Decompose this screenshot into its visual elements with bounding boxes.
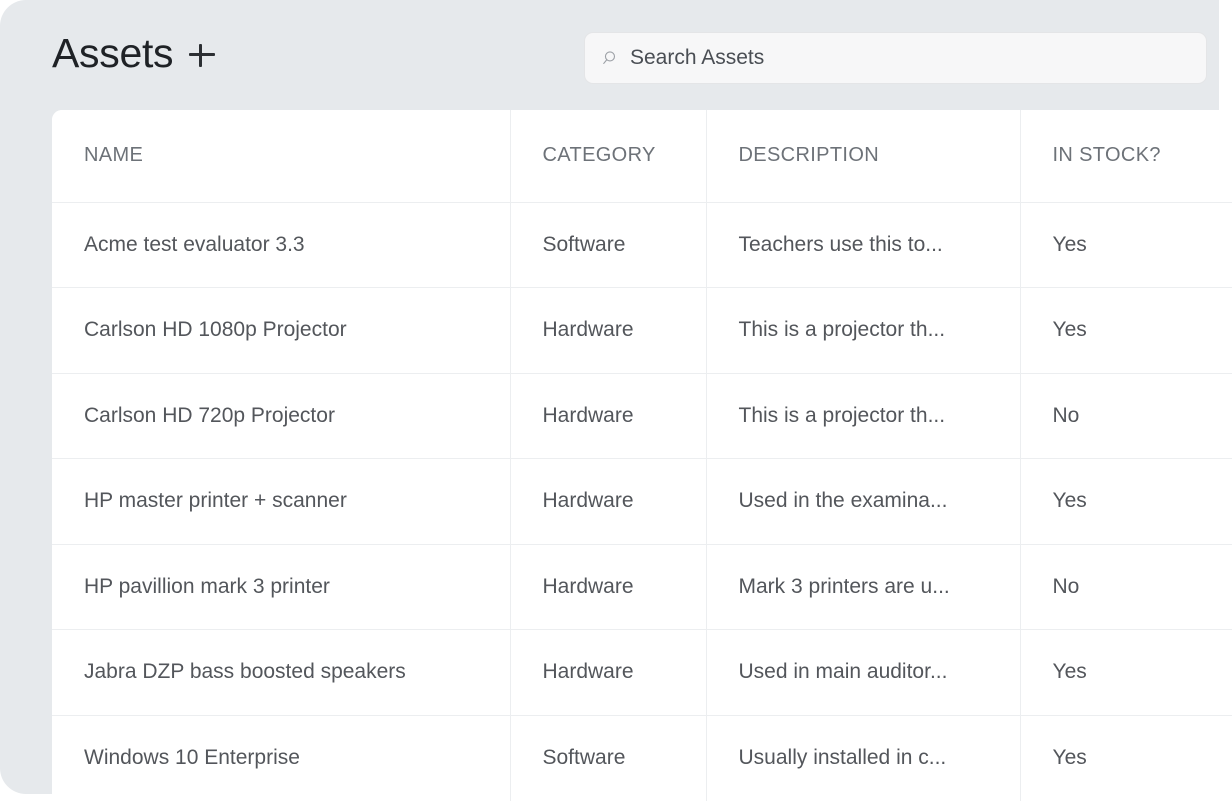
- cell-in-stock: No: [1020, 373, 1232, 459]
- cell-category: Software: [510, 715, 707, 801]
- page-title-group: Assets: [52, 29, 217, 76]
- cell-description: Used in main auditor...: [706, 629, 1021, 716]
- table-row[interactable]: Carlson HD 1080p Projector Hardware This i…: [52, 287, 1232, 374]
- cell-in-stock: Yes: [1020, 629, 1232, 716]
- cell-name: Carlson HD 1080p Projector: [52, 287, 511, 374]
- column-header-category[interactable]: CATEGORY: [510, 110, 707, 203]
- table-header-row: NAME CATEGORY DESCRIPTION IN STOCK?: [52, 110, 1232, 203]
- cell-category: Hardware: [510, 287, 707, 374]
- cell-in-stock: No: [1020, 544, 1232, 630]
- app-root: Assets NAME CATEGORY DESCRIPTION IN STOC…: [0, 0, 1232, 812]
- cell-description: This is a projector th...: [706, 373, 1021, 459]
- column-header-name[interactable]: NAME: [52, 110, 511, 203]
- add-asset-button[interactable]: [187, 40, 217, 70]
- cell-in-stock: Yes: [1020, 715, 1232, 801]
- assets-table: NAME CATEGORY DESCRIPTION IN STOCK? Acme…: [52, 110, 1232, 801]
- page-title: Assets: [52, 29, 174, 76]
- search-field-wrapper[interactable]: [584, 32, 1207, 84]
- cell-name: Windows 10 Enterprise: [52, 715, 511, 801]
- cell-name: Carlson HD 720p Projector: [52, 373, 511, 459]
- table-row[interactable]: Acme test evaluator 3.3 Software Teachers …: [52, 202, 1232, 288]
- column-header-description[interactable]: DESCRIPTION: [706, 110, 1021, 203]
- table-row[interactable]: HP pavillion mark 3 printer Hardware Mark …: [52, 544, 1232, 630]
- cell-in-stock: Yes: [1020, 287, 1232, 374]
- assets-table-head: NAME CATEGORY DESCRIPTION IN STOCK?: [52, 110, 1232, 203]
- assets-table-body: Acme test evaluator 3.3 Software Teachers …: [52, 202, 1232, 801]
- cell-category: Hardware: [510, 373, 707, 459]
- cell-category: Hardware: [510, 458, 707, 545]
- cell-description: Used in the examina...: [706, 458, 1021, 545]
- cell-category: Hardware: [510, 544, 707, 630]
- cell-description: Teachers use this to...: [706, 202, 1021, 288]
- cell-in-stock: Yes: [1020, 458, 1232, 545]
- column-header-in-stock[interactable]: IN STOCK?: [1020, 110, 1232, 203]
- cell-category: Hardware: [510, 629, 707, 716]
- table-row[interactable]: Carlson HD 720p Projector Hardware This is…: [52, 373, 1232, 459]
- search-icon: [603, 51, 616, 64]
- table-row[interactable]: HP master printer + scanner Hardware Used …: [52, 458, 1232, 545]
- cell-name: Acme test evaluator 3.3: [52, 202, 511, 288]
- cell-name: HP master printer + scanner: [52, 458, 511, 545]
- search-input[interactable]: [630, 46, 1188, 70]
- table-row[interactable]: Windows 10 Enterprise Software Usually ins…: [52, 715, 1232, 801]
- cell-description: Mark 3 printers are u...: [706, 544, 1021, 630]
- cell-in-stock: Yes: [1020, 202, 1232, 288]
- table-row[interactable]: Jabra DZP bass boosted speakers Hardware U…: [52, 629, 1232, 716]
- cell-name: Jabra DZP bass boosted speakers: [52, 629, 511, 716]
- cell-description: Usually installed in c...: [706, 715, 1021, 801]
- cell-description: This is a projector th...: [706, 287, 1021, 374]
- assets-table-card: NAME CATEGORY DESCRIPTION IN STOCK? Acme…: [52, 110, 1232, 801]
- cell-category: Software: [510, 202, 707, 288]
- cell-name: HP pavillion mark 3 printer: [52, 544, 511, 630]
